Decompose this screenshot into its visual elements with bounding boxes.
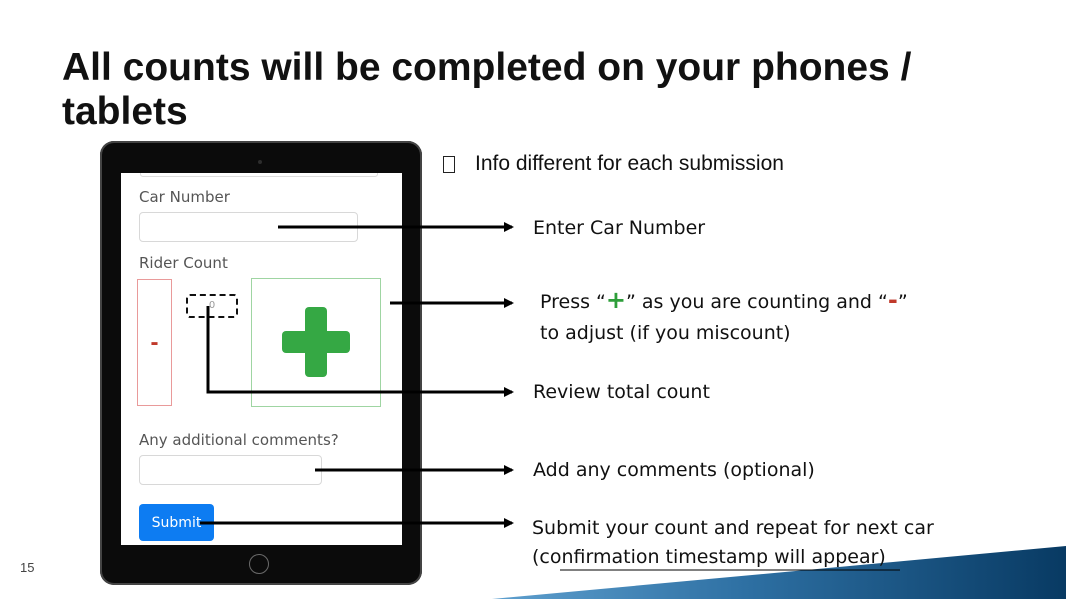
press-suffix: ” [897, 291, 908, 313]
press-middle: ” as you are counting and “ [626, 291, 888, 313]
annotation-submit-line1: Submit your count and repeat for next ca… [532, 517, 934, 539]
annotation-press-line2: to adjust (if you miscount) [540, 322, 791, 344]
plus-symbol-text: + [605, 286, 626, 314]
annotation-review: Review total count [533, 381, 710, 403]
annotation-press: Press “+” as you are counting and “-” [540, 285, 908, 317]
annotation-comments: Add any comments (optional) [533, 459, 815, 481]
minus-symbol-text: - [887, 286, 898, 314]
annotation-car-number: Enter Car Number [533, 217, 706, 239]
page-number: 15 [20, 560, 35, 575]
arrow-review [206, 306, 514, 397]
press-prefix: Press “ [540, 291, 606, 313]
annotation-submit-line2: (confirmation timestamp will appear) [532, 546, 886, 568]
